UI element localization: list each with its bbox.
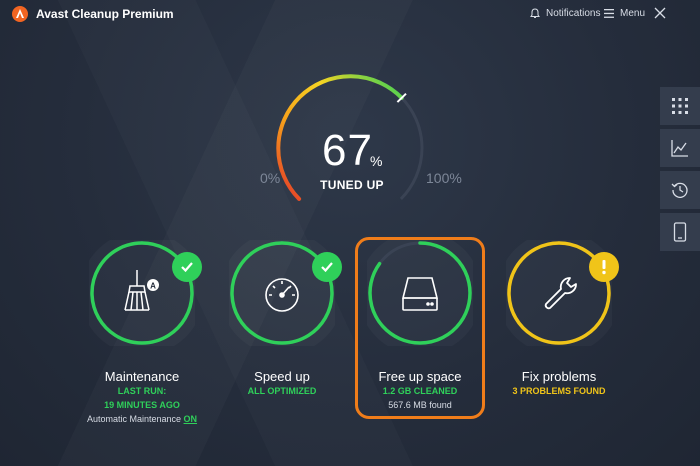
gauge-min-label: 0% [260,170,281,186]
tuneup-label: TUNED UP [320,178,384,192]
maintenance-last-run-value: 19 MINUTES AGO [104,400,180,410]
automatic-maintenance-toggle-link[interactable]: ON [184,414,198,424]
gauge-max-label: 100% [426,170,462,186]
hamburger-icon [604,9,614,18]
maintenance-ok-badge [172,252,202,282]
maintenance-card[interactable]: A Maintenance LAST RUN: 19 MINUTES AGO A… [75,240,209,425]
exclamation-icon [602,260,606,275]
chart-icon [671,140,688,157]
menu-button[interactable]: Menu [604,8,645,19]
close-icon[interactable] [654,5,666,19]
maintenance-title: Maintenance [104,369,180,384]
title-bar: Avast Cleanup Premium Notifications Menu [0,0,700,28]
automatic-maintenance-label: Automatic Maintenance [86,414,182,424]
sidebar-chart-button[interactable] [660,129,700,167]
maintenance-last-run-label: LAST RUN: [117,386,167,396]
grid-icon [672,98,688,114]
speed-up-card[interactable]: Speed up ALL OPTIMIZED [215,240,349,425]
tuneup-percent: 67 [322,126,373,175]
selection-highlight [355,237,485,419]
fix-problems-title: Fix problems [521,369,597,384]
automatic-maintenance-status: Automatic Maintenance ON [65,414,219,424]
history-icon [671,182,688,198]
menu-label: Menu [620,8,646,19]
notifications-label: Notifications [546,8,601,19]
checkmark-icon [321,262,333,273]
fix-problems-card[interactable]: Fix problems 3 PROBLEMS FOUND [492,240,626,425]
avast-logo-icon [12,6,28,22]
speed-up-title: Speed up [254,369,310,384]
checkmark-icon [181,262,193,273]
phone-icon [673,222,687,242]
bell-icon [530,8,540,18]
speed-up-ok-badge [312,252,342,282]
sidebar-grid-button[interactable] [660,87,700,125]
app-title: Avast Cleanup Premium [36,7,174,21]
sidebar-history-button[interactable] [660,171,700,209]
svg-text:A: A [150,282,156,291]
notifications-button[interactable]: Notifications [530,8,600,19]
speed-up-status: ALL OPTIMIZED [247,386,317,396]
fix-problems-status: 3 PROBLEMS FOUND [512,386,606,396]
app-window: Avast Cleanup Premium Notifications Menu [0,0,700,466]
tuneup-percent-sign: % [370,153,383,169]
fix-problems-warning-badge [589,252,619,282]
sidebar-phone-button[interactable] [660,213,700,251]
